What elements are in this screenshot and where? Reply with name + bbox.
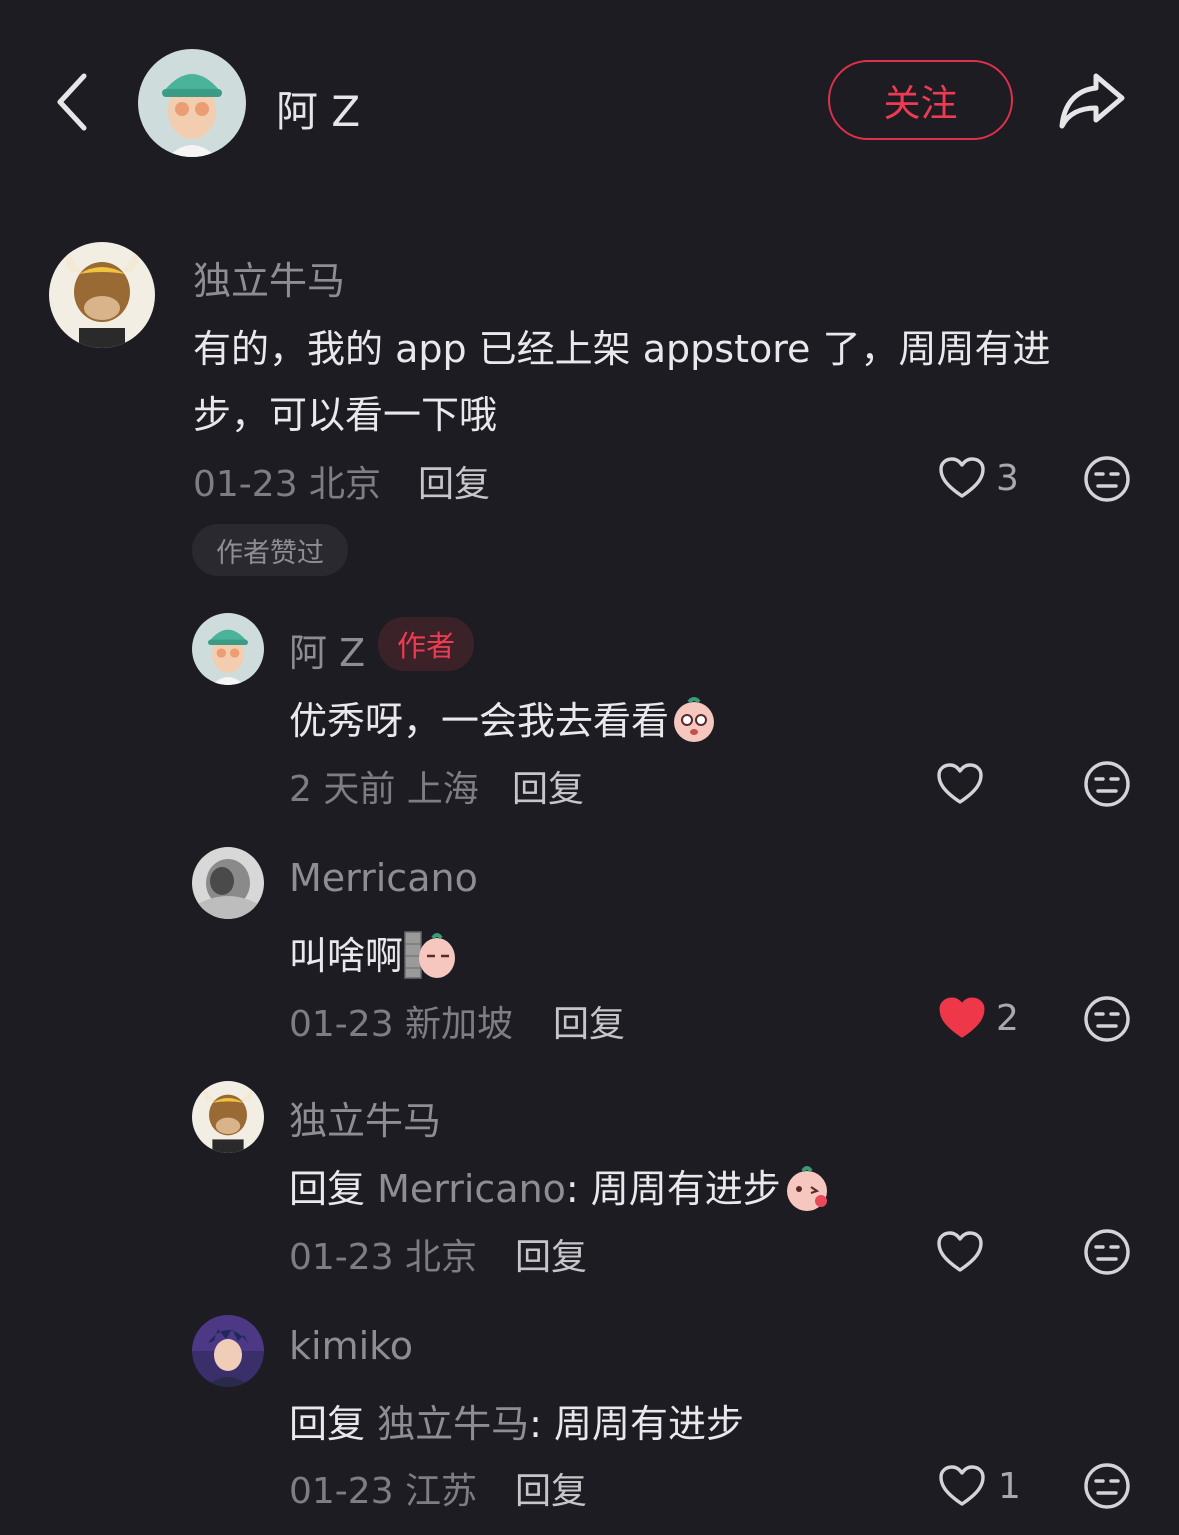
reply-target-user[interactable]: Merricano — [377, 1167, 566, 1211]
reply-reply-button[interactable]: 回复 — [553, 995, 625, 1047]
dislike-button[interactable] — [1083, 455, 1131, 507]
reply-text: 回复 独立牛马: 周周有进步 — [289, 1393, 744, 1448]
like-button[interactable] — [936, 762, 984, 810]
meh-face-icon — [1084, 1463, 1130, 1509]
dislike-button[interactable] — [1083, 995, 1131, 1047]
share-button[interactable] — [1056, 68, 1128, 132]
chevron-left-icon — [57, 73, 87, 131]
follow-button[interactable]: 关注 — [828, 60, 1013, 140]
reply-time-location: 01-23 北京 — [289, 1237, 478, 1278]
like-count: 1 — [998, 1466, 1021, 1507]
avatar[interactable] — [49, 242, 155, 348]
heart-outline-icon — [939, 1465, 985, 1506]
like-button[interactable] — [936, 1230, 984, 1278]
avatar[interactable] — [192, 1081, 264, 1153]
like-count: 2 — [996, 998, 1019, 1039]
dislike-button[interactable] — [1083, 1228, 1131, 1280]
peach-wall-emoji-icon — [403, 928, 457, 989]
back-button[interactable] — [50, 70, 100, 134]
reply-username[interactable]: Merricano — [289, 856, 478, 900]
heart-filled-icon — [939, 997, 985, 1038]
heart-outline-icon — [937, 763, 983, 804]
dislike-button[interactable] — [1083, 1462, 1131, 1514]
heart-outline-icon — [937, 1231, 983, 1272]
reply-text-content: : 周周有进步 — [529, 1402, 745, 1446]
author-name[interactable]: 阿 Z — [276, 78, 360, 139]
reply-reply-button[interactable]: 回复 — [512, 760, 584, 812]
reply-username[interactable]: kimiko — [289, 1324, 413, 1368]
like-button[interactable] — [938, 1464, 986, 1512]
author-avatar[interactable] — [138, 49, 246, 157]
meh-face-icon — [1084, 456, 1130, 502]
avatar[interactable] — [192, 613, 264, 685]
reply-username[interactable]: 独立牛马 — [289, 1090, 441, 1145]
reply-text-content: 优秀呀，一会我去看看 — [289, 699, 670, 743]
heart-outline-icon — [939, 457, 985, 498]
peach-kiss-emoji-icon — [781, 1161, 833, 1222]
reply-text: 优秀呀，一会我去看看 — [289, 690, 719, 753]
comment-reply-button[interactable]: 回复 — [418, 455, 490, 507]
reply-username[interactable]: 阿 Z — [289, 622, 365, 677]
reply-text: 回复 Merricano: 周周有进步 — [289, 1158, 833, 1222]
reply-reply-button[interactable]: 回复 — [515, 1462, 587, 1514]
share-icon — [1059, 73, 1125, 129]
author-tag: 作者 — [378, 617, 474, 671]
comment-text-line2: 步，可以看一下哦 — [193, 393, 498, 437]
reply-text-content: 叫啥啊 — [289, 934, 404, 978]
like-button[interactable] — [938, 456, 986, 504]
reply-time-location: 2 天前 上海 — [289, 769, 479, 810]
reply-reply-button[interactable]: 回复 — [515, 1228, 587, 1280]
author-liked-badge: 作者赞过 — [192, 524, 348, 576]
reply-prefix: 回复 — [289, 1167, 366, 1211]
comment-username[interactable]: 独立牛马 — [193, 250, 345, 305]
reply-prefix: 回复 — [289, 1402, 366, 1446]
meh-face-icon — [1084, 996, 1130, 1042]
comment-text-line1: 有的，我的 app 已经上架 appstore 了，周周有进 — [193, 327, 1051, 371]
reply-time-location: 01-23 江苏 — [289, 1471, 478, 1512]
reply-text-content: : 周周有进步 — [565, 1167, 781, 1211]
dislike-button[interactable] — [1083, 760, 1131, 812]
reply-time-location: 01-23 新加坡 — [289, 1004, 514, 1045]
peach-surprised-emoji-icon — [669, 694, 719, 753]
reply-target-user[interactable]: 独立牛马 — [377, 1402, 529, 1446]
meh-face-icon — [1084, 761, 1130, 807]
meh-face-icon — [1084, 1229, 1130, 1275]
reply-text: 叫啥啊 — [289, 925, 457, 989]
like-count: 3 — [996, 458, 1019, 499]
like-button-liked[interactable] — [938, 996, 986, 1044]
avatar[interactable] — [192, 847, 264, 919]
avatar[interactable] — [192, 1315, 264, 1387]
comment-time-location: 01-23 北京 — [193, 464, 382, 505]
